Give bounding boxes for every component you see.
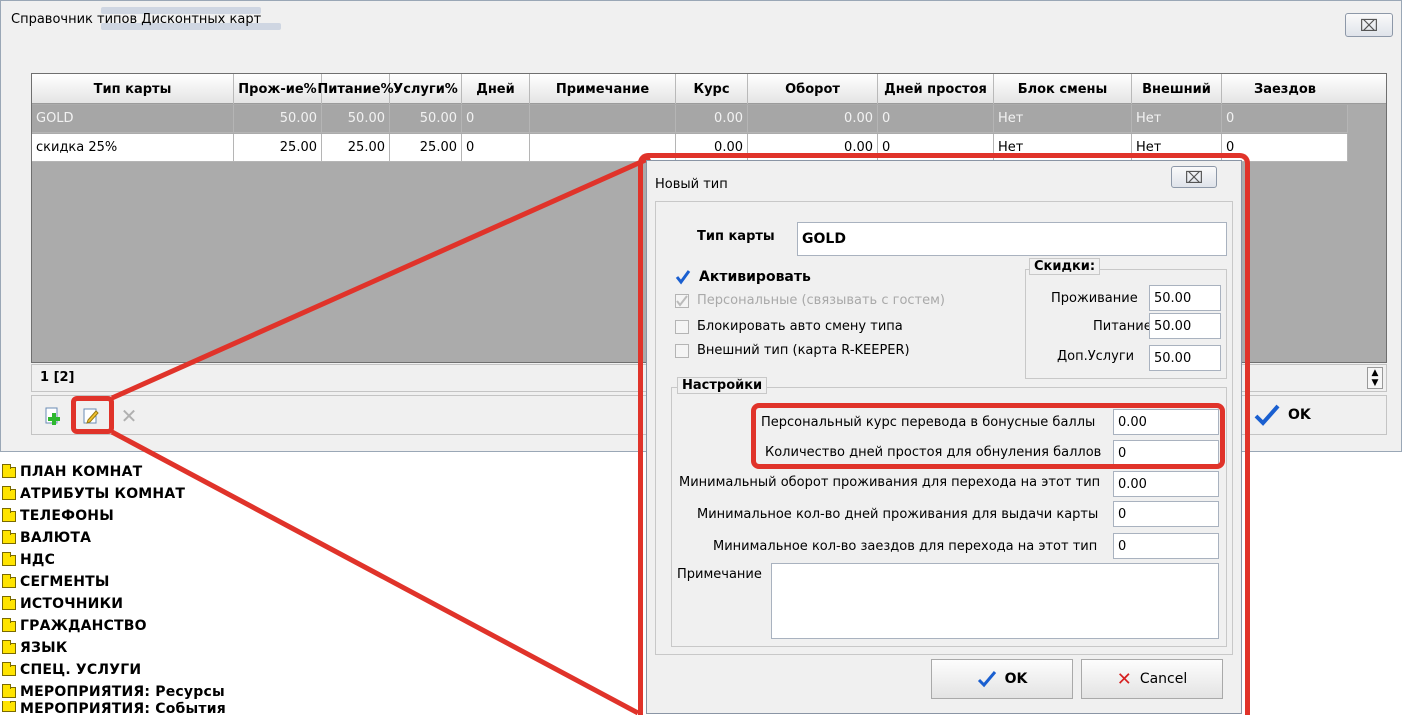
annotation-frame [638,153,1250,715]
